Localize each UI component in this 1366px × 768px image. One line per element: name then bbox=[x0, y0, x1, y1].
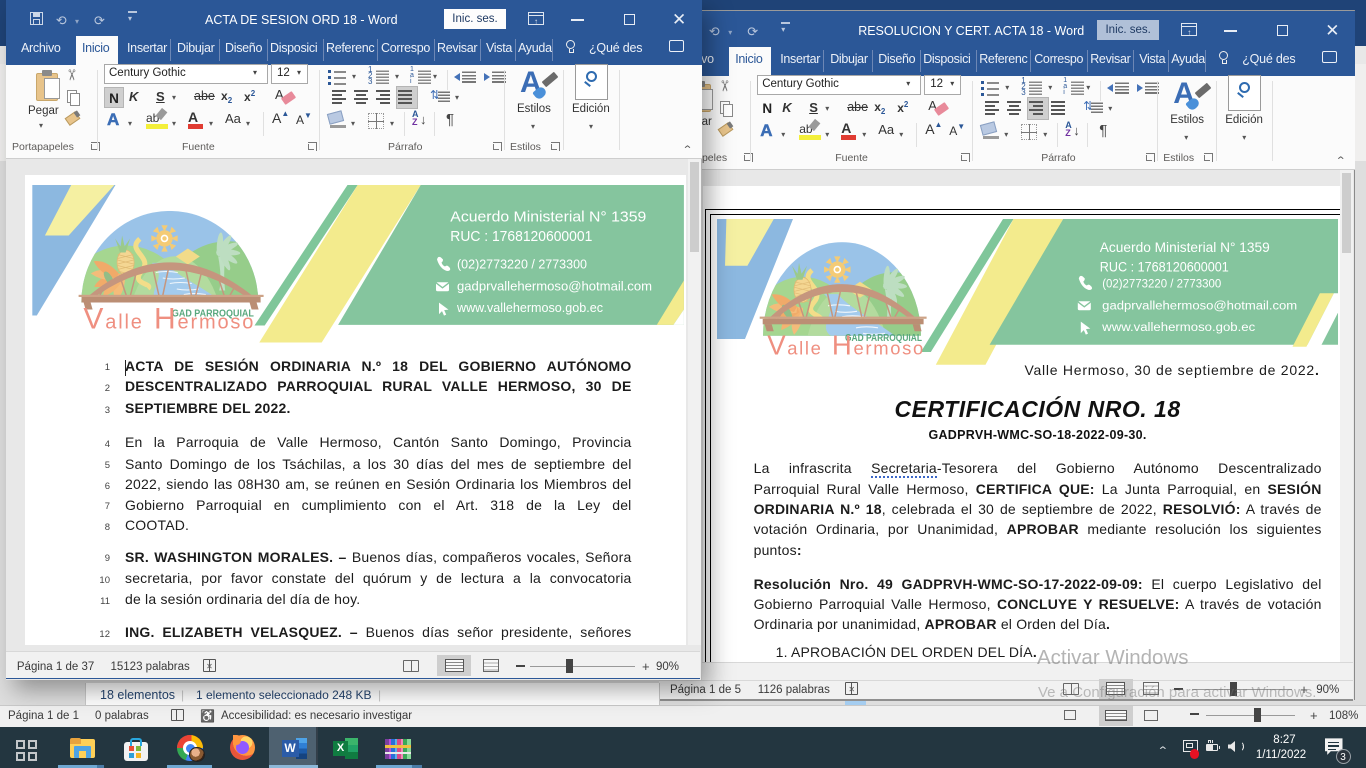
svg-text:RUC : 1768120600001: RUC : 1768120600001 bbox=[1100, 260, 1229, 275]
svg-text:Acuerdo Ministerial N° 1359: Acuerdo Ministerial N° 1359 bbox=[450, 208, 646, 225]
svg-text:gadprvallehermoso@hotmail.com: gadprvallehermoso@hotmail.com bbox=[457, 279, 652, 293]
svg-text:www.vallehermoso.gob.ec: www.vallehermoso.gob.ec bbox=[456, 301, 603, 315]
svg-text:(02)2773220 / 2773300: (02)2773220 / 2773300 bbox=[1102, 279, 1221, 291]
svg-text:gadprvallehermoso@hotmail.com: gadprvallehermoso@hotmail.com bbox=[1102, 300, 1297, 312]
svg-text:(02)2773220 / 2773300: (02)2773220 / 2773300 bbox=[457, 257, 587, 271]
svg-text:Acuerdo Ministerial N° 1359: Acuerdo Ministerial N° 1359 bbox=[1100, 240, 1270, 255]
svg-text:www.vallehermoso.gob.ec: www.vallehermoso.gob.ec bbox=[1101, 322, 1255, 334]
svg-text:RUC : 1768120600001: RUC : 1768120600001 bbox=[450, 228, 592, 245]
